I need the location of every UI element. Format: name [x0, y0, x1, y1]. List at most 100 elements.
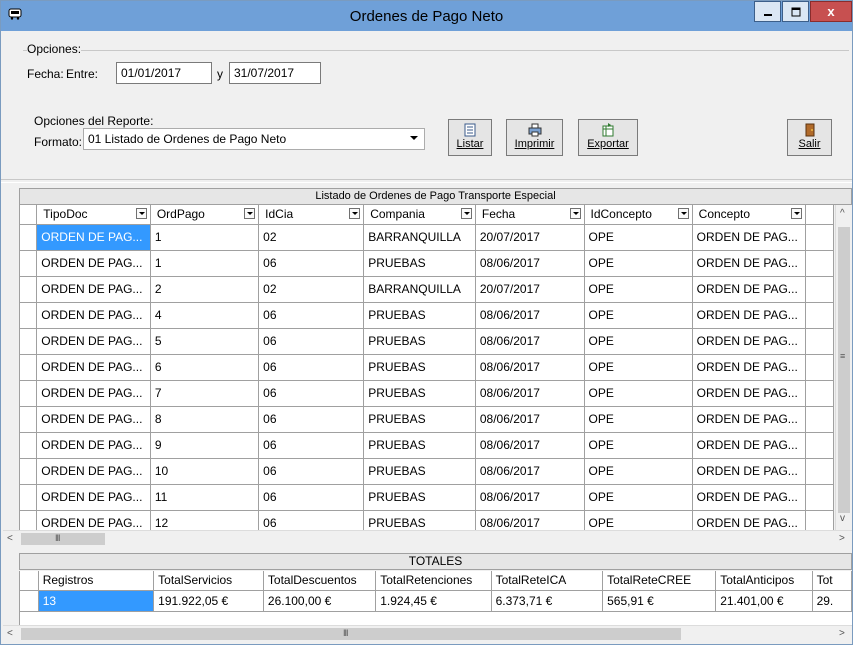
filter-dropdown-icon[interactable] [460, 208, 472, 219]
table-cell[interactable]: 21.401,00 € [715, 590, 813, 612]
table-cell[interactable]: OPE [584, 432, 693, 459]
table-cell[interactable]: 08/06/2017 [475, 406, 585, 433]
table-row[interactable]: ORDEN DE PAG... 9 06 PRUEBAS 08/06/2017 OPE OR… [20, 432, 834, 459]
table-row[interactable]: ORDEN DE PAG... 5 06 PRUEBAS 08/06/2017 OPE OR… [20, 328, 834, 355]
row-header[interactable] [20, 224, 38, 251]
table-cell[interactable]: PRUEBAS [363, 302, 476, 329]
table-cell[interactable]: 08/06/2017 [475, 432, 585, 459]
table-cell[interactable]: OPE [584, 250, 693, 277]
table-cell[interactable]: 12 [150, 510, 260, 530]
table-cell[interactable]: 02 [258, 276, 365, 303]
table-cell[interactable]: OPE [584, 406, 693, 433]
scroll-down-icon[interactable]: v [840, 511, 845, 526]
table-cell[interactable]: 10 [150, 458, 260, 485]
table-cell[interactable]: ORDEN DE PAG... [36, 328, 151, 355]
table-cell[interactable]: 11 [150, 484, 260, 511]
imprimir-button[interactable]: Imprimir [506, 119, 563, 156]
table-cell[interactable]: 06 [258, 510, 365, 530]
column-header-compania[interactable]: Compania [363, 205, 476, 225]
table-cell[interactable]: 1 [150, 250, 260, 277]
table-cell[interactable]: 2 [150, 276, 260, 303]
table-cell[interactable]: ORDEN DE PAG... [692, 276, 807, 303]
table-cell[interactable]: 08/06/2017 [475, 250, 585, 277]
filter-dropdown-icon[interactable] [791, 208, 803, 219]
row-header[interactable] [20, 302, 38, 329]
table-cell[interactable]: ORDEN DE PAG... [36, 458, 151, 485]
table-row[interactable]: ORDEN DE PAG... 2 02 BARRANQUILLA 20/07/2017… [20, 276, 834, 303]
row-header[interactable] [20, 250, 38, 277]
table-cell[interactable]: OPE [584, 328, 693, 355]
column-header-registros[interactable]: Registros [38, 571, 155, 591]
row-header[interactable] [20, 354, 38, 381]
fecha-hasta-field[interactable]: 31/07/2017 [229, 62, 321, 84]
column-header-idconcepto[interactable]: IdConcepto [584, 205, 693, 225]
column-header-totalanticipos[interactable]: TotalAnticipos [715, 571, 813, 591]
table-cell[interactable]: 06 [258, 250, 365, 277]
column-header-idcia[interactable]: IdCia [258, 205, 365, 225]
listado-horizontal-scrollbar[interactable]: < III > [3, 530, 852, 547]
table-cell[interactable]: PRUEBAS [363, 380, 476, 407]
table-cell[interactable]: OPE [584, 354, 693, 381]
table-cell[interactable]: 06 [258, 380, 365, 407]
title-bar[interactable]: Ordenes de Pago Neto x [1, 1, 852, 31]
table-cell[interactable] [805, 354, 834, 381]
table-row[interactable]: ORDEN DE PAG... 12 06 PRUEBAS 08/06/2017 OPE O… [20, 510, 834, 530]
table-cell[interactable]: 08/06/2017 [475, 328, 585, 355]
table-cell[interactable]: OPE [584, 380, 693, 407]
table-cell[interactable]: OPE [584, 484, 693, 511]
table-cell[interactable]: ORDEN DE PAG... [692, 432, 807, 459]
table-cell[interactable]: 08/06/2017 [475, 484, 585, 511]
table-row[interactable]: ORDEN DE PAG... 7 06 PRUEBAS 08/06/2017 OPE OR… [20, 380, 834, 407]
table-cell[interactable]: 08/06/2017 [475, 510, 585, 530]
table-cell[interactable]: PRUEBAS [363, 510, 476, 530]
table-cell[interactable]: 7 [150, 380, 260, 407]
scroll-right-icon[interactable]: > [839, 626, 845, 641]
table-cell[interactable]: ORDEN DE PAG... [36, 510, 151, 530]
table-cell[interactable]: ORDEN DE PAG... [692, 458, 807, 485]
table-cell[interactable] [805, 250, 834, 277]
table-row[interactable]: ORDEN DE PAG... 1 06 PRUEBAS 08/06/2017 OPE OR… [20, 250, 834, 277]
table-cell[interactable] [805, 328, 834, 355]
table-cell[interactable]: 06 [258, 432, 365, 459]
table-cell[interactable]: 1 [150, 224, 260, 251]
table-cell[interactable]: PRUEBAS [363, 406, 476, 433]
table-cell[interactable] [805, 484, 834, 511]
column-header-concepto[interactable]: Concepto [692, 205, 807, 225]
column-header-totalretenciones[interactable]: TotalRetenciones [375, 571, 492, 591]
totales-row[interactable]: 13 191.922,05 € 26.100,00 € 1.924,45 € 6… [20, 590, 852, 612]
scroll-right-icon[interactable]: > [839, 531, 845, 546]
table-cell[interactable]: BARRANQUILLA [363, 276, 476, 303]
table-row[interactable]: ORDEN DE PAG... 8 06 PRUEBAS 08/06/2017 OPE OR… [20, 406, 834, 433]
table-cell[interactable]: ORDEN DE PAG... [36, 250, 151, 277]
table-cell[interactable]: PRUEBAS [363, 328, 476, 355]
table-cell[interactable]: 8 [150, 406, 260, 433]
scrollbar-thumb[interactable] [838, 227, 850, 513]
table-row[interactable]: ORDEN DE PAG... 4 06 PRUEBAS 08/06/2017 OPE OR… [20, 302, 834, 329]
table-cell[interactable]: ORDEN DE PAG... [692, 328, 807, 355]
formato-select[interactable]: 01 Listado de Ordenes de Pago Neto [83, 128, 425, 150]
table-cell[interactable]: OPE [584, 224, 693, 251]
table-cell[interactable]: 6.373,71 € [491, 590, 604, 612]
table-cell[interactable]: ORDEN DE PAG... [692, 250, 807, 277]
table-cell[interactable] [805, 458, 834, 485]
listado-grid[interactable]: TipoDoc OrdPago IdCia Compania Fecha IdC… [19, 205, 834, 530]
table-cell[interactable]: OPE [584, 458, 693, 485]
table-cell[interactable]: 565,91 € [602, 590, 717, 612]
table-cell[interactable]: ORDEN DE PAG... [36, 276, 151, 303]
filter-dropdown-icon[interactable] [349, 208, 361, 219]
table-cell[interactable]: PRUEBAS [363, 250, 476, 277]
column-header-tot[interactable]: Tot [812, 571, 852, 591]
table-cell[interactable]: 1.924,45 € [375, 590, 492, 612]
row-header[interactable] [20, 510, 38, 530]
table-row[interactable]: ORDEN DE PAG... 10 06 PRUEBAS 08/06/2017 OPE O… [20, 458, 834, 485]
column-header-totalservicios[interactable]: TotalServicios [153, 571, 264, 591]
table-cell[interactable] [805, 510, 834, 530]
table-cell[interactable]: PRUEBAS [363, 484, 476, 511]
row-header[interactable] [20, 458, 38, 485]
table-cell[interactable]: 02 [258, 224, 365, 251]
totales-horizontal-scrollbar[interactable]: < III > [3, 625, 852, 642]
table-cell[interactable]: ORDEN DE PAG... [692, 406, 807, 433]
column-header-totalreteica[interactable]: TotalReteICA [491, 571, 604, 591]
minimize-button[interactable] [754, 1, 781, 22]
table-cell[interactable]: 9 [150, 432, 260, 459]
